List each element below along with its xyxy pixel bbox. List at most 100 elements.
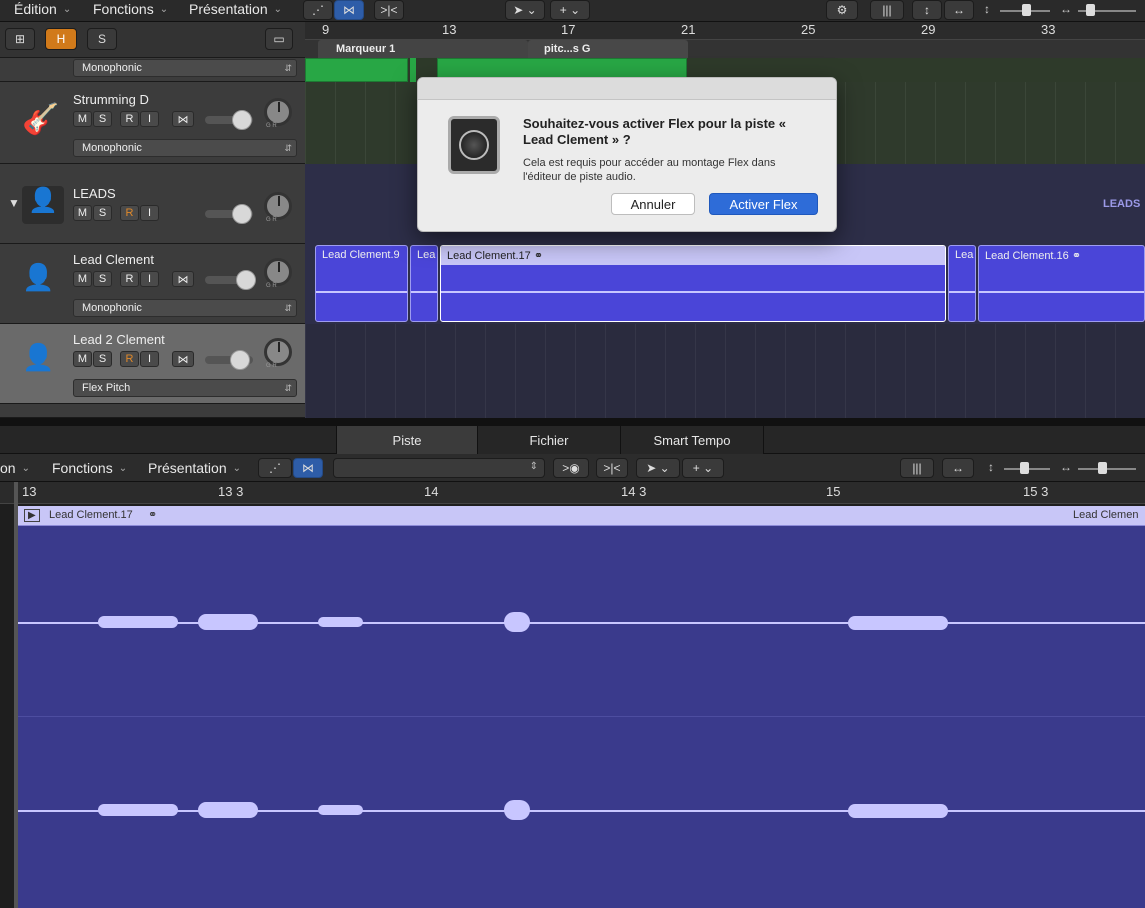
region-lea-1[interactable]: Lea	[410, 245, 438, 322]
editor-menu-fonctions[interactable]: Fonctions ⌄	[52, 459, 127, 477]
input-monitor-button[interactable]: I	[140, 111, 159, 127]
pane-divider[interactable]	[0, 418, 1145, 426]
editor-automation-button[interactable]: ⋰	[258, 458, 292, 478]
region-lead-clement-17[interactable]: Lead Clement.17 ⚭	[440, 245, 946, 322]
ruler[interactable]	[305, 22, 1145, 40]
region-green-1[interactable]	[305, 58, 408, 82]
track-name-lead-2-clement[interactable]: Lead 2 Clement	[73, 332, 165, 347]
input-monitor-button[interactable]: I	[140, 205, 159, 221]
volume-knob[interactable]	[232, 110, 252, 130]
editor-crosshair-tool[interactable]: + ⌄	[682, 458, 724, 478]
mute-button[interactable]: M	[73, 111, 92, 127]
pan-dial-label: G R	[266, 217, 277, 223]
mute-button[interactable]: M	[73, 271, 92, 287]
flex-mode-select-strumming[interactable]: Monophonic	[73, 139, 297, 157]
disclosure-triangle-icon[interactable]: ▼	[8, 196, 20, 210]
editor-waveform-button[interactable]: |||	[900, 458, 934, 478]
region-lead-clement-9[interactable]: Lead Clement.9	[315, 245, 408, 322]
solo-global-button[interactable]: S	[87, 28, 117, 50]
marker-pitch[interactable]: pitc...s G	[528, 40, 688, 58]
menu-presentation[interactable]: Présentation ⌄	[189, 0, 282, 18]
editor-ruler[interactable]	[0, 482, 1145, 504]
plus-icon: ⊞	[14, 32, 26, 46]
region-green-2[interactable]	[410, 58, 416, 82]
editor-ruler-14-3: 14 3	[621, 484, 647, 499]
track-name-strumming[interactable]: Strumming D	[73, 92, 149, 107]
mute-button[interactable]: M	[73, 351, 92, 367]
editor-region-header[interactable]: ▶ Lead Clement.17 ⚭ Lead Clemen	[18, 506, 1145, 526]
record-button[interactable]: R	[120, 111, 139, 127]
pointer-tool-button[interactable]: ➤ ⌄	[505, 0, 545, 20]
tab-fichier[interactable]: Fichier	[478, 426, 621, 454]
enable-flex-button[interactable]: Activer Flex	[709, 193, 818, 215]
track-header-partial-bottom[interactable]	[0, 404, 305, 418]
tab-piste[interactable]: Piste	[336, 426, 478, 454]
crosshair-icon: + ⌄	[692, 461, 714, 475]
vertical-fit-button[interactable]: ↕	[912, 0, 942, 20]
waveform-left-channel	[18, 622, 1145, 624]
editor-flex-button[interactable]: ⋈	[293, 458, 323, 478]
pan-dial[interactable]	[264, 258, 292, 286]
flex-mode-select-top[interactable]: Monophonic	[73, 59, 297, 77]
crosshair-tool-button[interactable]: + ⌄	[550, 0, 590, 20]
flex-mode-popup[interactable]: ⇕	[333, 458, 545, 478]
flex-mode-select-lead-clement[interactable]: Monophonic	[73, 299, 297, 317]
editor-horizontal-zoom-slider[interactable]: ↔	[1060, 460, 1140, 476]
waveform-burst	[318, 805, 363, 815]
pan-dial[interactable]	[264, 338, 292, 366]
flex-mode-select-lead-2-clement[interactable]: Flex Pitch	[73, 379, 297, 397]
solo-button[interactable]: S	[93, 351, 112, 367]
volume-knob[interactable]	[236, 270, 256, 290]
pan-dial[interactable]	[264, 192, 292, 220]
cancel-button[interactable]: Annuler	[611, 193, 695, 215]
pan-dial-label: G R	[266, 363, 277, 369]
menu-fonctions[interactable]: Fonctions ⌄	[93, 0, 168, 18]
pan-dial[interactable]	[264, 98, 292, 126]
settings-button[interactable]: ⚙	[826, 0, 858, 20]
catch-button[interactable]: >|<	[374, 0, 404, 20]
flex-track-button[interactable]: ⋈	[172, 111, 194, 127]
tab-smart-tempo[interactable]: Smart Tempo	[621, 426, 764, 454]
region-lea-2[interactable]: Lea	[948, 245, 976, 322]
editor-waveform-area[interactable]	[18, 526, 1145, 908]
hide-button[interactable]: H	[45, 28, 77, 50]
horizontal-arrows-icon: ↔	[1060, 2, 1072, 16]
marker-1[interactable]: Marqueur 1	[318, 40, 528, 58]
menu-edition[interactable]: Édition ⌄	[14, 0, 71, 18]
horizontal-zoom-slider[interactable]: ↔	[1060, 2, 1140, 18]
track-name-leads[interactable]: LEADS	[73, 186, 116, 201]
editor-snap-button[interactable]: >◉	[553, 458, 589, 478]
volume-knob[interactable]	[230, 350, 250, 370]
vertical-zoom-slider[interactable]: ↕	[984, 2, 1054, 18]
waveform-zoom-button[interactable]: |||	[870, 0, 904, 20]
editor-menu-presentation[interactable]: Présentation ⌄	[148, 459, 241, 477]
flex-button[interactable]: ⋈	[334, 0, 364, 20]
record-button[interactable]: R	[120, 205, 139, 221]
editor-catch-button[interactable]: >|<	[596, 458, 628, 478]
editor-pointer-tool[interactable]: ➤ ⌄	[636, 458, 680, 478]
chevron-down-icon: ⌄	[21, 462, 30, 474]
input-monitor-button[interactable]: I	[140, 271, 159, 287]
flex-track-button[interactable]: ⋈	[172, 351, 194, 367]
editor-ruler-15-3: 15 3	[1023, 484, 1049, 499]
solo-button[interactable]: S	[93, 111, 112, 127]
automation-button[interactable]: ⋰	[303, 0, 333, 20]
track-list-button[interactable]: ▭	[265, 28, 293, 50]
ruler-bar-25: 25	[801, 22, 816, 37]
input-monitor-button[interactable]: I	[140, 351, 159, 367]
editor-menu-edition[interactable]: on ⌄	[0, 459, 30, 477]
solo-button[interactable]: S	[93, 205, 112, 221]
add-track-button[interactable]: ⊞	[5, 28, 35, 50]
solo-button[interactable]: S	[93, 271, 112, 287]
mute-button[interactable]: M	[73, 205, 92, 221]
editor-vertical-zoom-slider[interactable]: ↕	[984, 460, 1054, 476]
record-button[interactable]: R	[120, 271, 139, 287]
flex-track-button[interactable]: ⋈	[172, 271, 194, 287]
horizontal-fit-button[interactable]: ↔	[944, 0, 974, 20]
track-name-lead-clement[interactable]: Lead Clement	[73, 252, 154, 267]
volume-knob[interactable]	[232, 204, 252, 224]
editor-horizontal-fit-button[interactable]: ↔	[942, 458, 974, 478]
region-lead-clement-16[interactable]: Lead Clement.16 ⚭	[978, 245, 1145, 322]
record-button[interactable]: R	[120, 351, 139, 367]
waveform-burst	[198, 802, 258, 818]
